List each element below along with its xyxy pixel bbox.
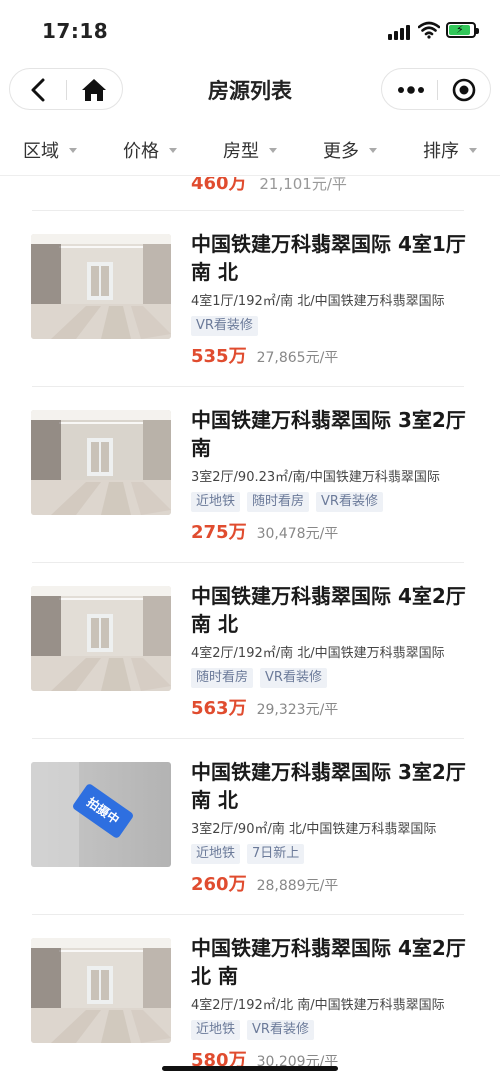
caret-down-icon <box>269 148 277 153</box>
listing-unit-price: 28,889元/平 <box>256 878 339 894</box>
listing-title: 中国铁建万科翡翠国际 3室2厅 南 北 <box>191 760 466 812</box>
listing-prices: 535万 27,865元/平 <box>191 342 471 368</box>
listing-info: 中国铁建万科翡翠国际 3室2厅 南 北 3室2厅/90㎡/南 北/中国铁建万科翡翠… <box>191 758 471 896</box>
listing-card[interactable]: 中国铁建万科翡翠国际 4室2厅 南 北 4室2厅/192㎡/南 北/中国铁建万科翡… <box>0 562 500 738</box>
listing-photo: 拍摄中 <box>31 762 171 867</box>
listing-title: 中国铁建万科翡翠国际 4室1厅南 北 <box>191 232 466 284</box>
listing-tag: VR看装修 <box>247 1020 314 1040</box>
caret-down-icon <box>469 148 477 153</box>
listing-price: 535万 <box>191 346 247 367</box>
listing-tag: 近地铁 <box>191 492 241 512</box>
listing-photo <box>31 586 171 691</box>
status-bar: 17:18 ⚡ <box>0 0 500 62</box>
listing-price: 275万 <box>191 522 247 543</box>
listing-description: 4室2厅/192㎡/北 南/中国铁建万科翡翠国际 <box>191 998 445 1013</box>
cellular-signal-icon <box>388 24 412 40</box>
listing-tags: 近地铁 VR看装修 <box>191 1020 471 1040</box>
listing-prices: 275万 30,478元/平 <box>191 518 471 544</box>
filter-bar: 区域 价格 房型 更多 排序 <box>0 124 500 176</box>
listing-card[interactable]: 中国铁建万科翡翠国际 4室2厅 北 南 4室2厅/192㎡/北 南/中国铁建万科翡… <box>0 914 500 1081</box>
listing-unit-price: 27,865元/平 <box>256 350 339 366</box>
listing-card[interactable]: 中国铁建万科翡翠国际 4室1厅南 北 4室1厅/192㎡/南 北/中国铁建万科翡翠… <box>0 210 500 386</box>
listing-list: 460万 21,101元/平 中国铁建万科翡翠国际 4室1厅南 北 4室1厅/19… <box>0 177 500 1081</box>
caret-down-icon <box>69 148 77 153</box>
listing-unit-price: 21,101元/平 <box>259 177 347 193</box>
listing-prices: 260万 28,889元/平 <box>191 870 471 896</box>
listing-unit-price: 30,478元/平 <box>256 526 339 542</box>
listing-price: 460万 <box>191 177 247 194</box>
listing-description: 3室2厅/90.23㎡/南/中国铁建万科翡翠国际 <box>191 470 440 485</box>
listing-tag: 随时看房 <box>247 492 310 512</box>
listing-title: 中国铁建万科翡翠国际 3室2厅 南 <box>191 408 466 460</box>
listing-card[interactable]: 拍摄中 中国铁建万科翡翠国际 3室2厅 南 北 3室2厅/90㎡/南 北/中国铁建万… <box>0 738 500 914</box>
listing-tags: 近地铁 随时看房 VR看装修 <box>191 492 471 512</box>
filter-label: 更多 <box>323 140 359 162</box>
partial-listing[interactable]: 460万 21,101元/平 <box>191 177 347 195</box>
listing-photo <box>31 410 171 515</box>
wifi-icon <box>418 21 440 39</box>
listing-tag: 7日新上 <box>247 844 305 864</box>
caret-down-icon <box>369 148 377 153</box>
filter-label: 价格 <box>123 140 159 162</box>
status-time: 17:18 <box>42 19 109 43</box>
listing-info: 中国铁建万科翡翠国际 4室1厅南 北 4室1厅/192㎡/南 北/中国铁建万科翡翠… <box>191 230 471 368</box>
filter-sort[interactable]: 排序 <box>423 137 477 163</box>
listing-description: 4室1厅/192㎡/南 北/中国铁建万科翡翠国际 <box>191 294 445 309</box>
filter-layout[interactable]: 房型 <box>223 137 277 163</box>
listing-description: 4室2厅/192㎡/南 北/中国铁建万科翡翠国际 <box>191 646 445 661</box>
listing-tag: 随时看房 <box>191 668 254 688</box>
filter-more[interactable]: 更多 <box>323 137 377 163</box>
listing-info: 中国铁建万科翡翠国际 4室2厅 南 北 4室2厅/192㎡/南 北/中国铁建万科翡… <box>191 582 471 720</box>
listing-tag: 近地铁 <box>191 844 241 864</box>
listing-info: 中国铁建万科翡翠国际 4室2厅 北 南 4室2厅/192㎡/北 南/中国铁建万科翡… <box>191 934 471 1072</box>
listing-unit-price: 29,323元/平 <box>256 702 339 718</box>
listing-tags: VR看装修 <box>191 316 471 336</box>
listing-tag: 近地铁 <box>191 1020 241 1040</box>
listing-tag: VR看装修 <box>191 316 258 336</box>
listing-description: 3室2厅/90㎡/南 北/中国铁建万科翡翠国际 <box>191 822 437 837</box>
listing-card[interactable]: 中国铁建万科翡翠国际 3室2厅 南 3室2厅/90.23㎡/南/中国铁建万科翡翠国… <box>0 386 500 562</box>
close-miniprogram-icon[interactable] <box>446 75 482 105</box>
nav-capsule-right <box>381 68 491 110</box>
listing-photo <box>31 234 171 339</box>
listing-tag: VR看装修 <box>260 668 327 688</box>
home-indicator <box>162 1066 338 1071</box>
listing-price: 563万 <box>191 698 247 719</box>
more-options-icon[interactable] <box>390 75 432 105</box>
filter-area[interactable]: 区域 <box>23 137 77 163</box>
caret-down-icon <box>169 148 177 153</box>
listing-title: 中国铁建万科翡翠国际 4室2厅 北 南 <box>191 936 466 988</box>
listing-prices: 563万 29,323元/平 <box>191 694 471 720</box>
filter-label: 区域 <box>23 140 59 162</box>
battery-charging-icon: ⚡ <box>446 22 479 38</box>
listing-photo <box>31 938 171 1043</box>
listing-title: 中国铁建万科翡翠国际 4室2厅 南 北 <box>191 584 466 636</box>
listing-tags: 随时看房 VR看装修 <box>191 668 471 688</box>
listing-price: 260万 <box>191 874 247 895</box>
listing-tags: 近地铁 7日新上 <box>191 844 471 864</box>
listing-tag: VR看装修 <box>316 492 383 512</box>
filter-label: 排序 <box>423 140 459 162</box>
filter-price[interactable]: 价格 <box>123 137 177 163</box>
filter-label: 房型 <box>223 140 259 162</box>
listing-info: 中国铁建万科翡翠国际 3室2厅 南 3室2厅/90.23㎡/南/中国铁建万科翡翠国… <box>191 406 471 544</box>
nav-bar: 房源列表 <box>0 64 500 114</box>
